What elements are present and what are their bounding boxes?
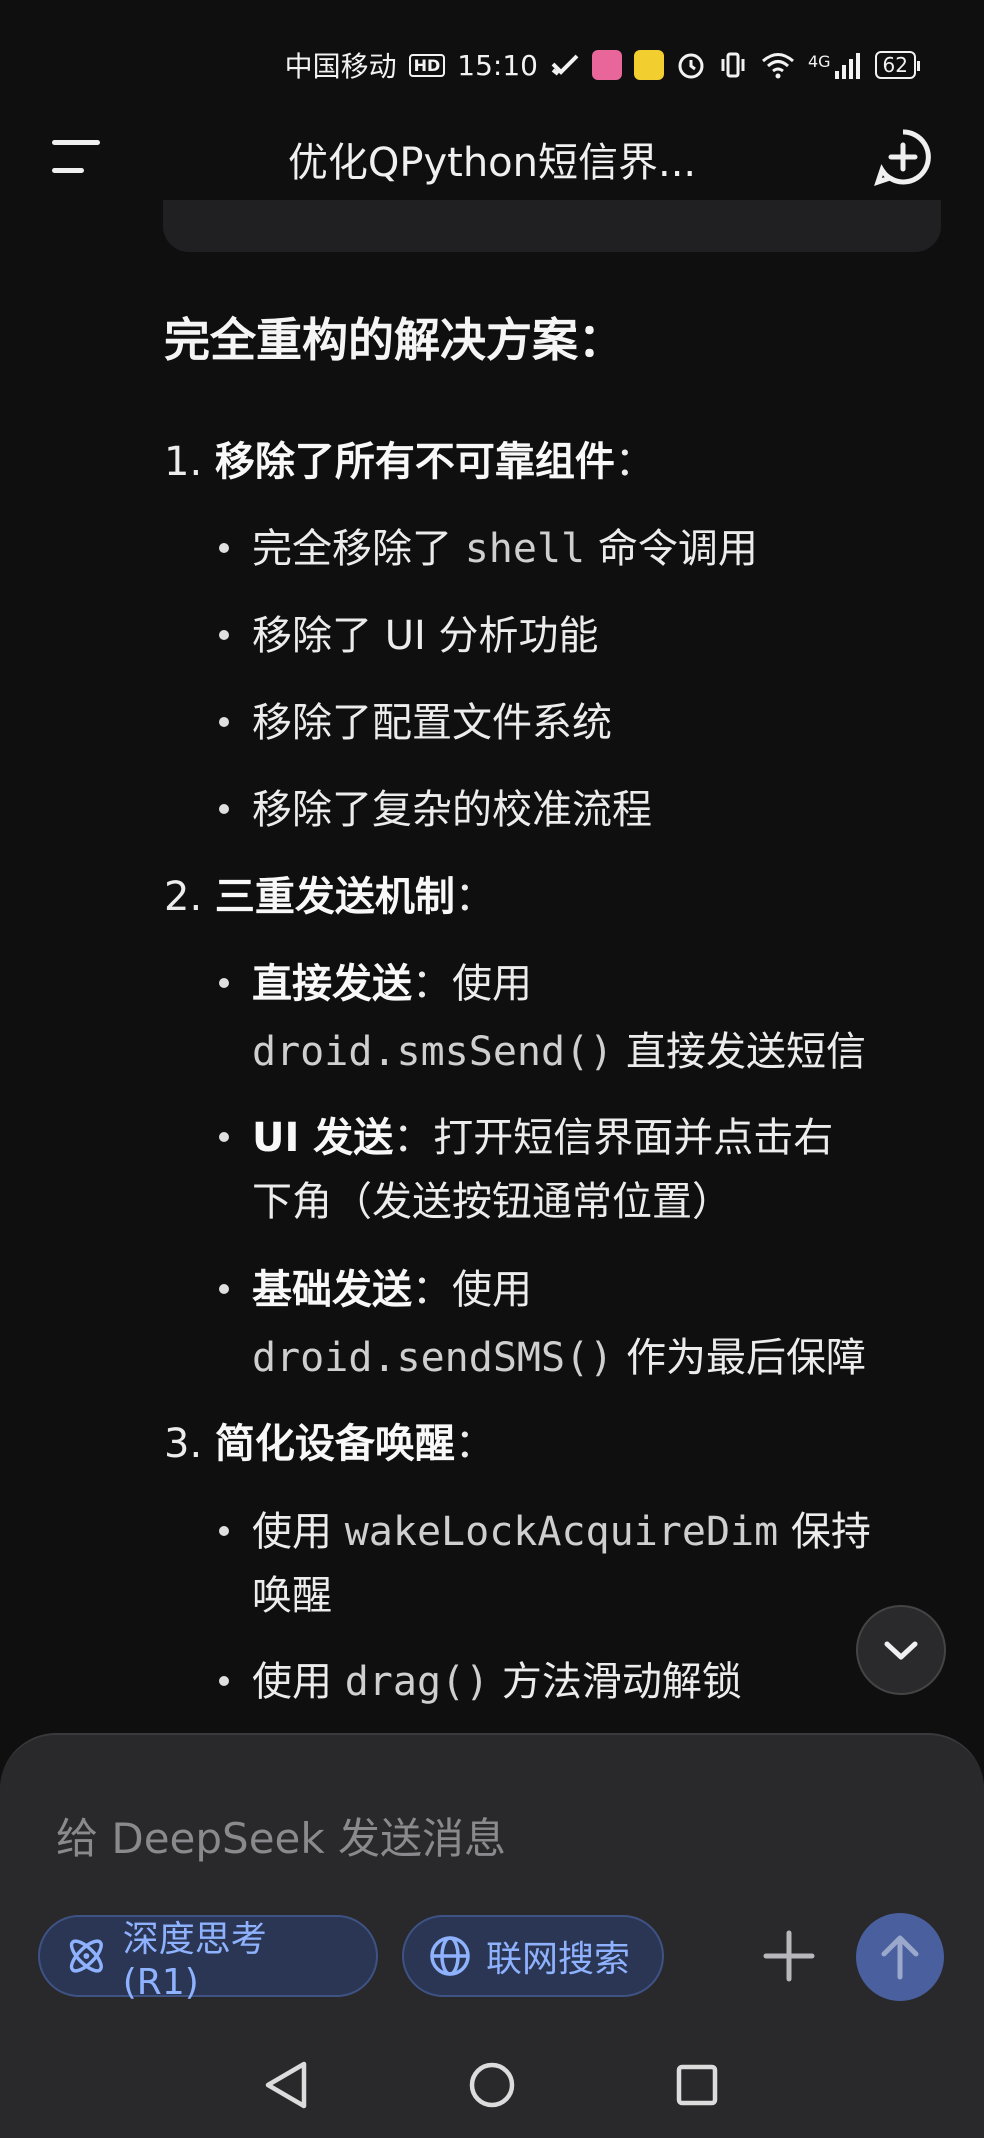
bullet-icon	[219, 804, 229, 814]
bullet-icon	[219, 630, 229, 640]
list-item-continuation: 唤醒	[252, 1573, 332, 1619]
arrow-up-icon	[881, 1935, 919, 1980]
text: 使用	[252, 1509, 345, 1555]
list-item: UI 发送：打开短信界面并点击右	[252, 1110, 833, 1166]
list-item-continuation: droid.smsSend() 直接发送短信	[252, 1024, 866, 1080]
text: 使用	[252, 1659, 345, 1705]
vibrate-icon	[721, 52, 745, 78]
list-item-1: 1. 移除了所有不可靠组件：	[164, 434, 655, 490]
list-number: 3.	[164, 1421, 203, 1467]
list-item-title: 简化设备唤醒	[214, 1421, 455, 1467]
inline-code: drag()	[344, 1659, 490, 1705]
text: 直接发送短信	[613, 1029, 866, 1075]
heart-check-icon	[551, 54, 579, 76]
signal-icon	[834, 53, 860, 79]
bullet-icon	[219, 543, 229, 553]
app-notification-icon	[591, 50, 622, 80]
globe-icon	[430, 1936, 470, 1976]
colon: ：	[454, 1421, 495, 1467]
text: ：使用	[412, 1267, 532, 1313]
text: ：使用	[412, 961, 532, 1007]
atom-icon	[69, 1939, 103, 1973]
system-nav-bar	[0, 2040, 984, 2130]
battery-indicator: 62	[874, 51, 921, 79]
bullet-icon	[219, 717, 229, 727]
bullet-icon	[219, 1284, 229, 1294]
list-item-2: 2. 三重发送机制：	[164, 869, 495, 925]
home-icon[interactable]	[466, 2040, 518, 2130]
scroll-to-bottom-button[interactable]	[856, 1605, 946, 1695]
list-number: 2.	[164, 874, 203, 920]
text: 方法滑动解锁	[489, 1659, 742, 1705]
network-type: 4G	[807, 52, 831, 71]
colon: ：	[454, 874, 495, 920]
plus-icon	[763, 1930, 815, 1982]
list-item: 直接发送：使用	[252, 956, 532, 1012]
inline-code: droid.smsSend()	[252, 1029, 614, 1075]
inline-code: wakeLockAcquireDim	[344, 1509, 779, 1555]
alarm-icon	[678, 53, 704, 79]
web-search-label: 联网搜索	[486, 1939, 631, 1980]
list-item-continuation: 下角（发送按钮通常位置）	[252, 1179, 732, 1225]
list-item: 完全移除了 shell 命令调用	[252, 521, 758, 577]
web-search-toggle[interactable]: 联网搜索	[402, 1915, 664, 1997]
bold-text: 直接发送	[252, 961, 412, 1007]
hd-badge: HD	[408, 53, 446, 77]
text: ：打开短信界面并点击右	[393, 1115, 834, 1161]
text: 命令调用	[585, 526, 758, 572]
inline-code: droid.sendSMS()	[252, 1335, 614, 1381]
colon: ：	[614, 439, 655, 485]
code-block	[163, 200, 941, 252]
carrier-label: 中国移动	[284, 50, 397, 83]
deep-think-toggle[interactable]: 深度思考 (R1)	[38, 1915, 378, 2003]
list-item: 使用 wakeLockAcquireDim 保持	[252, 1504, 871, 1560]
wifi-icon	[761, 53, 794, 79]
text: 完全移除了	[252, 526, 465, 572]
bold-text: 基础发送	[252, 1267, 412, 1313]
app-notification-icon-2	[633, 50, 664, 80]
list-item: 移除了 UI 分析功能	[252, 613, 599, 659]
bullet-icon	[219, 1676, 229, 1686]
inline-code: shell	[464, 526, 586, 572]
chevron-down-icon	[884, 1641, 918, 1660]
list-item-continuation: droid.sendSMS() 作为最后保障	[252, 1330, 866, 1386]
status-bar: 中国移动 HD 15:10 4G 62	[0, 0, 984, 130]
text: 保持	[778, 1509, 871, 1555]
send-button[interactable]	[856, 1913, 944, 2001]
bullet-icon	[219, 1526, 229, 1536]
top-bar: 优化QPython短信界...	[0, 118, 984, 198]
list-item: 基础发送：使用	[252, 1262, 532, 1318]
message-input[interactable]: 给 DeepSeek 发送消息	[56, 1805, 506, 1866]
text: 作为最后保障	[613, 1335, 866, 1381]
clock: 15:10	[457, 48, 538, 82]
bullet-icon	[219, 1132, 229, 1142]
attach-button[interactable]	[760, 1927, 818, 1985]
new-chat-icon[interactable]	[874, 128, 932, 186]
list-item-3: 3. 简化设备唤醒：	[164, 1416, 495, 1472]
deep-think-label: 深度思考 (R1)	[122, 1918, 267, 2003]
list-item: 移除了配置文件系统	[252, 700, 612, 746]
list-item-title: 三重发送机制	[214, 874, 455, 920]
bold-text: UI 发送	[252, 1115, 394, 1161]
page-title: 优化QPython短信界...	[287, 140, 697, 186]
bullet-icon	[219, 978, 229, 988]
list-number: 1.	[164, 439, 203, 485]
list-item: 移除了复杂的校准流程	[252, 787, 652, 833]
list-item: 使用 drag() 方法滑动解锁	[252, 1654, 742, 1710]
list-item-title: 移除了所有不可靠组件	[214, 439, 615, 485]
back-icon[interactable]	[262, 2040, 310, 2130]
section-heading: 完全重构的解决方案：	[164, 313, 624, 367]
recent-apps-icon[interactable]	[674, 2040, 720, 2130]
